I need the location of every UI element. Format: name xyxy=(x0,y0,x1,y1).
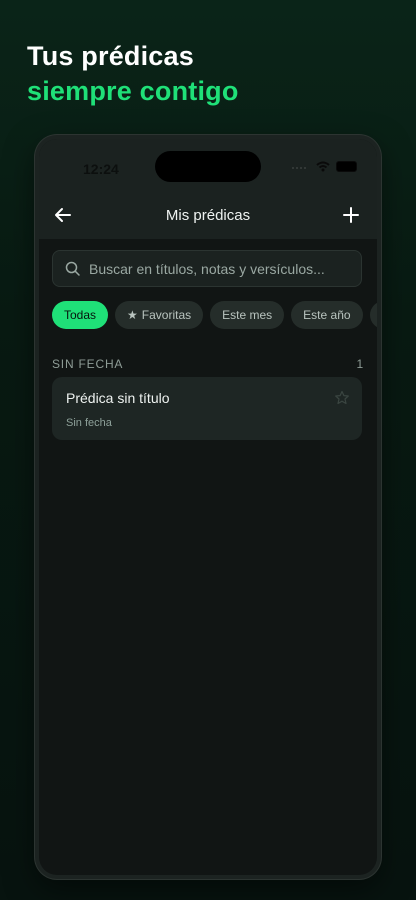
filter-chip-favorites[interactable]: ★ Favoritas xyxy=(115,301,204,329)
star-icon: ★ xyxy=(127,308,138,322)
filter-chip-label: Favoritas xyxy=(141,308,192,322)
sermon-card[interactable]: Prédica sin título Sin fecha xyxy=(52,377,362,440)
search-icon xyxy=(65,261,80,276)
filter-chip-more[interactable] xyxy=(369,301,377,329)
favorite-star-icon[interactable] xyxy=(334,390,350,406)
add-icon[interactable] xyxy=(341,205,361,225)
hero-title-line2: siempre contigo xyxy=(27,76,239,106)
signal-icon xyxy=(292,165,310,169)
search-input[interactable]: Buscar en títulos, notas y versículos... xyxy=(52,250,362,287)
top-bar: 12:24 Mis prédicas xyxy=(39,139,377,239)
battery-icon xyxy=(336,161,357,172)
status-icons xyxy=(292,161,357,172)
filter-chip-this-year[interactable]: Este año xyxy=(291,301,363,329)
hero-title-line1: Tus prédicas xyxy=(27,41,194,71)
hero-heading: Tus prédicas siempre contigo xyxy=(27,40,239,109)
app-screen: 12:24 Mis prédicas Buscar en títulos, no… xyxy=(39,139,377,875)
page-title: Mis prédicas xyxy=(165,207,251,224)
filter-chip-this-month[interactable]: Este mes xyxy=(210,301,285,329)
phone-frame: 12:24 Mis prédicas Buscar en títulos, no… xyxy=(35,135,381,879)
sermon-date: Sin fecha xyxy=(66,417,112,429)
section-title: SIN FECHA xyxy=(52,357,124,371)
sermon-title: Prédica sin título xyxy=(66,390,170,406)
section-count: 1 xyxy=(356,357,364,371)
filter-chips: Todas ★ Favoritas Este mes Este año xyxy=(52,301,377,329)
section-header: SIN FECHA 1 xyxy=(52,357,364,371)
search-placeholder: Buscar en títulos, notas y versículos... xyxy=(89,260,325,277)
wifi-icon xyxy=(316,161,330,172)
status-time: 12:24 xyxy=(83,161,119,177)
dynamic-island xyxy=(155,151,261,182)
filter-chip-all[interactable]: Todas xyxy=(52,301,109,329)
